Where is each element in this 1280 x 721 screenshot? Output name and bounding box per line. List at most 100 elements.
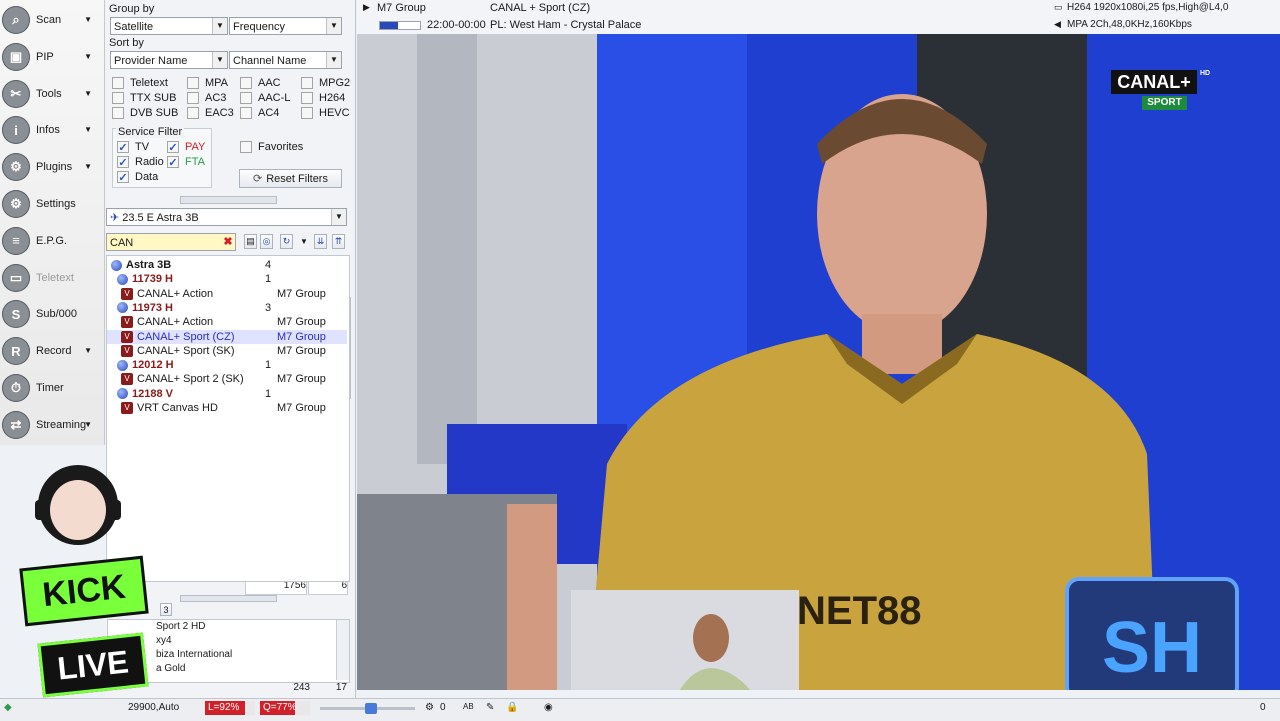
codec-checkbox-mpg2[interactable]: MPG2 xyxy=(301,77,350,89)
checkbox-box xyxy=(112,92,124,104)
tree-row-provider: M7 Group xyxy=(277,330,326,343)
codec-checkbox-aac[interactable]: AAC xyxy=(240,77,281,89)
tree-row-tp[interactable]: 11973 H 3 xyxy=(107,301,347,315)
group-by-label: Group by xyxy=(109,3,155,15)
tree-row-sat[interactable]: Astra 3B 4 xyxy=(107,258,347,272)
tree-row-provider: M7 Group xyxy=(277,373,326,386)
nav-item-e-p-g-[interactable]: ≡ E.P.G. xyxy=(2,224,100,258)
filter-icon[interactable]: ◎ xyxy=(260,234,273,249)
tv-channel-icon: V xyxy=(121,316,133,329)
nav-item-settings[interactable]: ⚙ Settings xyxy=(2,187,100,221)
lock-icon[interactable]: 🔒 xyxy=(506,702,518,713)
clear-search-icon[interactable]: ✖ xyxy=(221,234,235,250)
cc-icon[interactable]: ⚙ xyxy=(425,702,434,713)
collapse-icon[interactable]: ⇊ xyxy=(314,234,327,249)
program-progress xyxy=(379,21,421,30)
tree-row-ch[interactable]: V VRT Canvas HD M7 Group xyxy=(107,401,347,415)
checkbox-box xyxy=(187,77,199,89)
tree-row-tp[interactable]: 12188 V 1 xyxy=(107,387,347,401)
globe-icon xyxy=(117,302,128,314)
search-input[interactable]: CAN ✖ xyxy=(106,233,236,251)
program-title: PL: West Ham - Crystal Palace xyxy=(490,19,642,31)
nav-item-record[interactable]: R Record ▼ xyxy=(2,334,100,368)
sh-logo-mark: SH xyxy=(1065,577,1239,690)
sort-by-select[interactable]: Provider Name ▼ xyxy=(110,51,228,69)
signal-level-meter: L=92% xyxy=(205,701,255,715)
tree-row-ch[interactable]: V CANAL+ Sport (CZ) M7 Group xyxy=(107,329,347,344)
codec-checkbox-ttx-sub[interactable]: TTX SUB xyxy=(112,92,176,104)
radio-checkbox[interactable]: ✓ Radio xyxy=(117,156,164,169)
list-view-icon[interactable]: ▤ xyxy=(244,234,257,249)
codec-checkbox-ac3[interactable]: AC3 xyxy=(187,92,226,104)
codec-checkbox-teletext[interactable]: Teletext xyxy=(112,77,168,89)
checkbox-box xyxy=(187,107,199,119)
nav-item-teletext[interactable]: ▭ Teletext xyxy=(2,261,100,295)
codec-checkbox-ac4[interactable]: AC4 xyxy=(240,107,279,119)
sort-by-select-2[interactable]: Channel Name ▼ xyxy=(229,51,342,69)
tree-row-ch[interactable]: V CANAL+ Action M7 Group xyxy=(107,315,347,329)
group-by-select-2[interactable]: Frequency ▼ xyxy=(229,17,342,35)
checkbox-label: AC4 xyxy=(258,107,280,119)
reset-filters-button[interactable]: ⟳ Reset Filters xyxy=(239,169,342,188)
video-player[interactable]: CANAL+ HD SPORT NET88 SH xyxy=(357,34,1280,690)
codec-checkbox-hevc[interactable]: HEVC xyxy=(301,107,350,119)
checkbox-box xyxy=(187,92,199,104)
tree-row-ch[interactable]: V CANAL+ Sport 2 (SK) M7 Group xyxy=(107,372,347,386)
nav-item-timer[interactable]: ⏱ Timer xyxy=(2,371,100,405)
tv-checkbox[interactable]: ✓ TV xyxy=(117,141,149,154)
codec-checkbox-dvb-sub[interactable]: DVB SUB xyxy=(112,107,178,119)
satellite-select[interactable]: ✈ 23.5 E Astra 3B ▼ xyxy=(106,208,347,226)
tree-row-label: CANAL+ Action xyxy=(137,316,214,329)
nav-item-label: Streaming xyxy=(36,418,87,431)
nav-item-sub-000[interactable]: S Sub/000 xyxy=(2,297,100,331)
pay-checkbox[interactable]: ✓ PAY xyxy=(167,141,205,154)
tree-row-ch[interactable]: V CANAL+ Action M7 Group xyxy=(107,287,347,301)
panel-splitter[interactable] xyxy=(180,196,277,204)
link-icon[interactable]: ✎ xyxy=(486,702,494,713)
tree-row-tp[interactable]: 12012 H 1 xyxy=(107,358,347,372)
data-checkbox[interactable]: ✓ Data xyxy=(117,171,158,184)
service-filter-group: Service Filter ✓ TV ✓ PAY ✓ Radio ✓ FTA ✓ Dat… xyxy=(112,126,212,188)
tv-channel-icon: V xyxy=(121,344,133,357)
codec-checkbox-mpa[interactable]: MPA xyxy=(187,77,228,89)
ab-toggle[interactable]: AB xyxy=(463,702,474,711)
group-by-select[interactable]: Satellite ▼ xyxy=(110,17,228,35)
expand-icon[interactable]: ⇈ xyxy=(332,234,345,249)
favorites-checkbox[interactable]: Favorites xyxy=(240,141,303,153)
nav-item-plugins[interactable]: ⚙ Plugins ▼ xyxy=(2,150,100,184)
checkbox-label: AC3 xyxy=(205,92,227,104)
nav-item-infos[interactable]: i Infos ▼ xyxy=(2,113,100,147)
tree-row-label: Astra 3B xyxy=(126,259,172,271)
provider-name: M7 Group xyxy=(377,2,426,14)
chevron-down-icon[interactable]: ▼ xyxy=(300,237,308,246)
nav-item-pip[interactable]: ▣ PIP ▼ xyxy=(2,40,100,74)
tree-row-label: CANAL+ Sport (CZ) xyxy=(137,330,235,343)
codec-checkbox-eac3[interactable]: EAC3 xyxy=(187,107,234,119)
refresh-icon: ⟳ xyxy=(253,173,263,185)
checkbox-label: AAC-L xyxy=(258,92,291,104)
tree-row-tp[interactable]: 11739 H 1 xyxy=(107,272,347,286)
fta-checkbox[interactable]: ✓ FTA xyxy=(167,156,205,169)
checkbox-label: HEVC xyxy=(319,107,350,119)
volume-thumb[interactable] xyxy=(365,703,377,714)
tree-row-ch[interactable]: V CANAL+ Sport (SK) M7 Group xyxy=(107,344,347,358)
tree-row-label: 11973 H xyxy=(132,301,173,314)
mini-count-1: 243 xyxy=(293,682,310,693)
chevron-down-icon: ▼ xyxy=(84,419,92,429)
chevron-down-icon: ▼ xyxy=(84,125,92,135)
mini-list-scrollbar[interactable] xyxy=(336,620,349,680)
reload-icon[interactable]: ↻ xyxy=(280,234,293,249)
tree-row-label: CANAL+ Sport (SK) xyxy=(137,344,235,357)
volume-slider[interactable] xyxy=(320,703,415,714)
program-time: 22:00-00:00 xyxy=(427,19,486,31)
camera-icon[interactable]: ◉ xyxy=(544,702,553,713)
nav-item-scan[interactable]: ⌕ Scan ▼ xyxy=(2,3,100,37)
checkbox-box xyxy=(240,92,252,104)
tree-row-label: 11739 H xyxy=(132,273,173,286)
nav-item-streaming[interactable]: ⇄ Streaming ▼ xyxy=(2,408,100,442)
nav-item-tools[interactable]: ✂ Tools ▼ xyxy=(2,77,100,111)
lower-splitter[interactable] xyxy=(180,595,277,602)
chevron-down-icon: ▼ xyxy=(84,15,92,24)
codec-checkbox-aac-l[interactable]: AAC-L xyxy=(240,92,290,104)
codec-checkbox-h264[interactable]: H264 xyxy=(301,92,345,104)
